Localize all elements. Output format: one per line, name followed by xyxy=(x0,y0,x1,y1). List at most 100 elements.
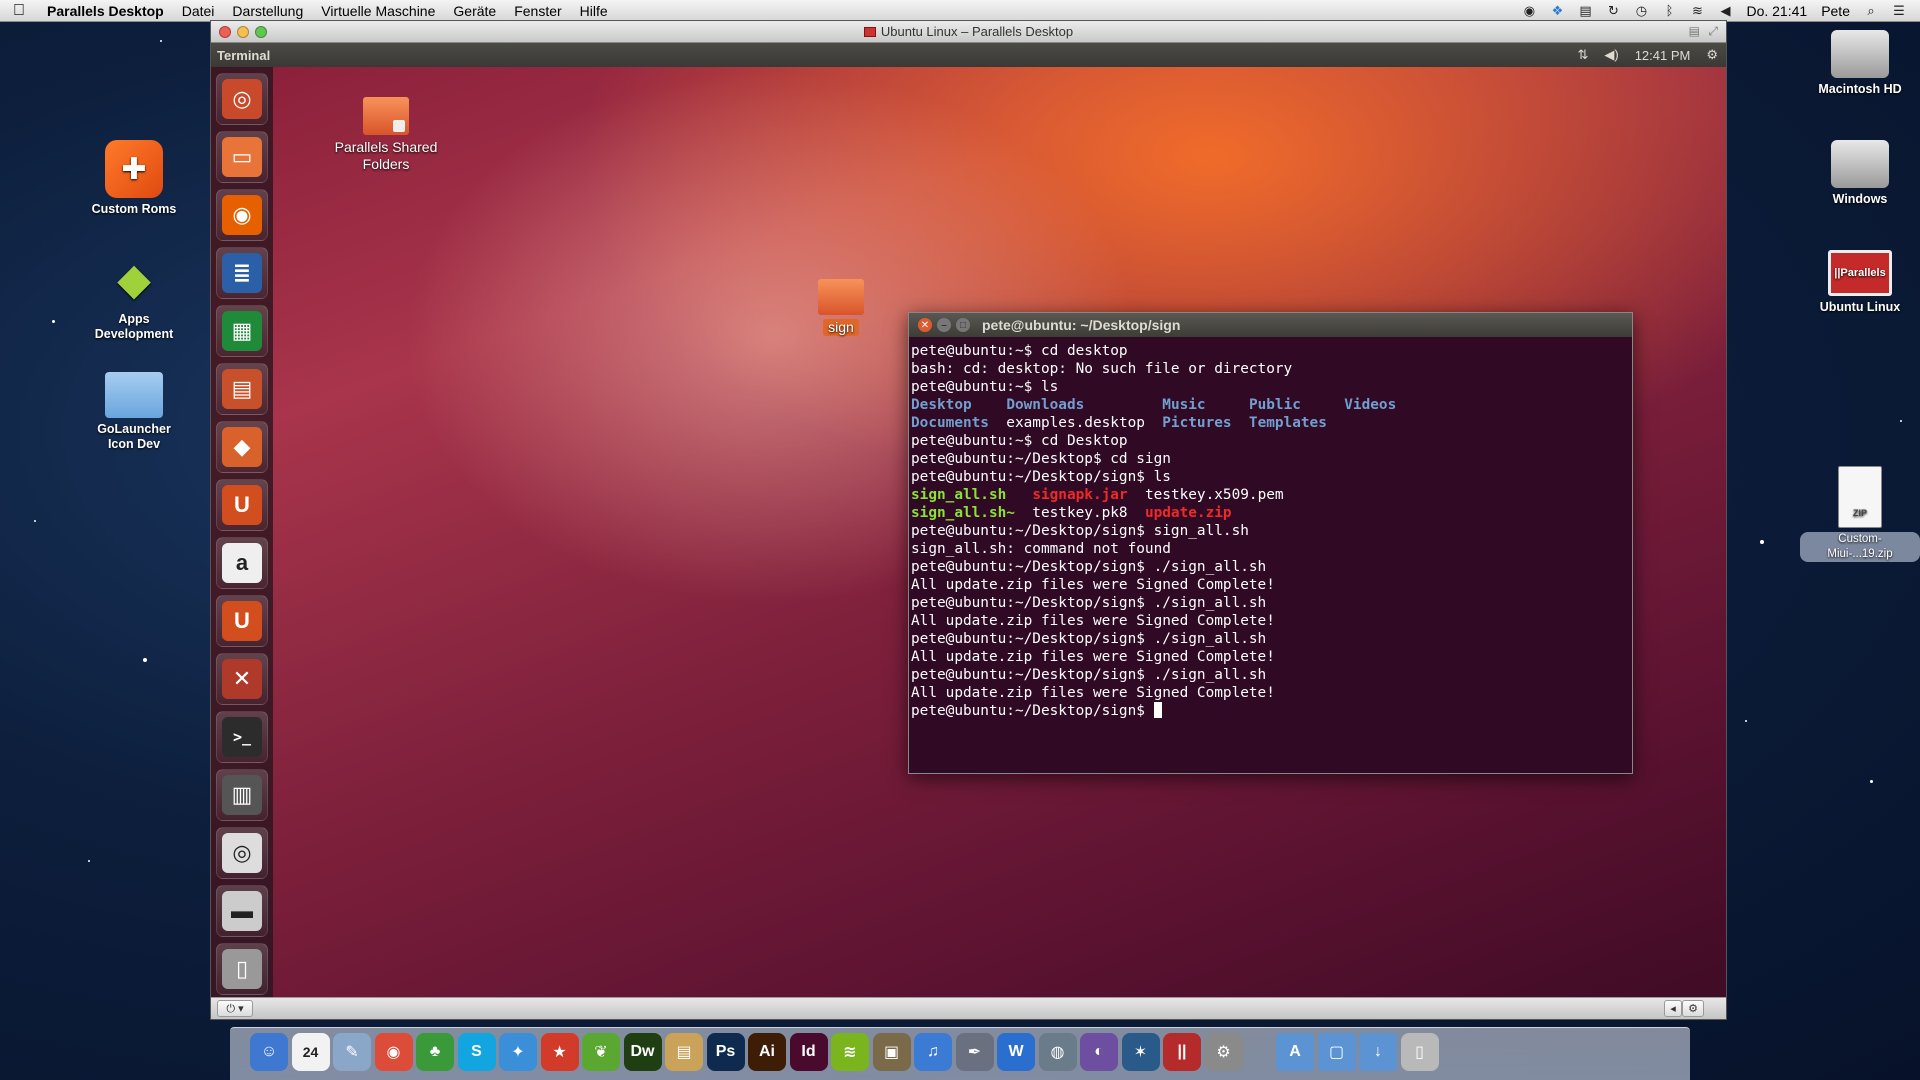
launcher-item[interactable]: ▬ xyxy=(216,885,268,937)
eclipse-icon[interactable]: ◐ xyxy=(1080,1033,1118,1071)
launcher-item[interactable]: ◆ xyxy=(216,421,268,473)
launcher-item[interactable]: ✕ xyxy=(216,653,268,705)
skype-icon[interactable]: S xyxy=(457,1033,496,1071)
launcher-item[interactable]: ◎ xyxy=(216,73,268,125)
indesign-icon[interactable]: Id xyxy=(789,1033,828,1071)
volume-icon[interactable]: ◀ xyxy=(1718,3,1732,18)
ubuntu-one-music-icon: U xyxy=(222,601,262,641)
terminal-close-button[interactable]: ✕ xyxy=(918,318,932,332)
finder-icon[interactable]: ☺ xyxy=(250,1033,288,1071)
ubuntu-desktop-icon-shared-folders[interactable]: Parallels Shared Folders xyxy=(311,97,461,173)
menubar-clock[interactable]: Do. 21:41 xyxy=(1746,3,1807,19)
wifi-icon[interactable]: ≋ xyxy=(1690,3,1704,18)
preview-icon[interactable]: ✎ xyxy=(333,1033,371,1071)
hard-drive-icon xyxy=(1831,140,1889,188)
menu-datei[interactable]: Datei xyxy=(173,3,224,19)
desktop-icon-label: Macintosh HD xyxy=(1818,82,1902,96)
menu-fenster[interactable]: Fenster xyxy=(505,3,570,19)
downloads-folder-icon[interactable]: ↓ xyxy=(1359,1033,1397,1071)
apple-menu-icon[interactable]:  xyxy=(0,2,38,20)
system-preferences-icon[interactable]: ⚙ xyxy=(1204,1033,1243,1071)
terminal-minimize-button[interactable]: – xyxy=(937,318,951,332)
dreamweaver-icon[interactable]: Dw xyxy=(623,1033,662,1071)
desktop-icon-windows[interactable]: Windows xyxy=(1800,140,1920,207)
ubuntu-desktop: ◎ ▭ ◉ ≣ ▦ ▤ ◆ Ua U ✕ >_ ▥ ◎ ▬ ▯ Parallels Shared Folde… xyxy=(211,67,1726,1011)
desktop-icon-label: GoLauncher Icon Dev xyxy=(97,422,171,451)
fullscreen-icon[interactable]: ⤢ xyxy=(1708,24,1718,39)
launcher-item[interactable]: ◎ xyxy=(216,827,268,879)
terminal-line: pete@ubuntu:~$ ls xyxy=(911,379,1059,395)
iphoto-icon[interactable]: ▣ xyxy=(872,1033,911,1071)
files-folder-icon: ▭ xyxy=(222,137,262,177)
menu-app-parallels[interactable]: Parallels Desktop xyxy=(38,3,173,19)
script-editor-icon[interactable]: ✒ xyxy=(955,1033,994,1071)
launcher-item[interactable]: U xyxy=(216,595,268,647)
menu-hilfe[interactable]: Hilfe xyxy=(571,3,617,19)
launcher-item[interactable]: ▦ xyxy=(216,305,268,357)
launcher-item[interactable]: ◉ xyxy=(216,189,268,241)
desktop-icon-apps-development[interactable]: ◆ Apps Development xyxy=(74,250,194,342)
devices-left-button[interactable]: ◂ xyxy=(1664,1000,1682,1017)
terminal-window[interactable]: ✕ – □ pete@ubuntu: ~/Desktop/sign pete@u… xyxy=(908,312,1633,774)
desktop-icon-macintosh-hd[interactable]: Macintosh HD xyxy=(1800,30,1920,97)
spotify-icon[interactable]: ≋ xyxy=(831,1033,869,1071)
word-icon[interactable]: W xyxy=(997,1033,1035,1071)
launcher-item[interactable]: ▥ xyxy=(216,769,268,821)
launcher-item[interactable]: a xyxy=(216,537,268,589)
sync-icon[interactable]: ↻ xyxy=(1606,3,1620,18)
desktop-icon-custom-roms[interactable]: ✚ Custom Roms xyxy=(74,140,194,217)
panel-clock[interactable]: 12:41 PM xyxy=(1635,48,1691,63)
twitter-icon[interactable]: ✦ xyxy=(499,1033,537,1071)
launcher-item[interactable]: ▤ xyxy=(216,363,268,415)
notification-center-icon[interactable]: ☰ xyxy=(1892,3,1906,18)
documents-folder-icon[interactable]: ▢ xyxy=(1317,1033,1356,1071)
illustrator-icon[interactable]: Ai xyxy=(748,1033,786,1071)
menubar-user[interactable]: Pete xyxy=(1821,3,1850,19)
session-gear-icon[interactable]: ⚙ xyxy=(1706,47,1718,63)
bluetooth-icon[interactable]: ᛒ xyxy=(1662,3,1676,18)
desktop-icon-ubuntu-linux[interactable]: ||Parallels Ubuntu Linux xyxy=(1800,250,1920,315)
desktop-icon-golauncher[interactable]: GoLauncher Icon Dev xyxy=(74,364,194,452)
ubuntu-desktop-icon-sign[interactable]: sign xyxy=(801,279,881,336)
time-machine-icon[interactable]: ◷ xyxy=(1634,3,1648,18)
menu-virtuelle-maschine[interactable]: Virtuelle Maschine xyxy=(312,3,444,19)
dropbox-icon[interactable]: ❖ xyxy=(1550,3,1564,18)
applications-folder-icon[interactable]: A xyxy=(1276,1033,1314,1071)
coda-icon[interactable]: ❦ xyxy=(582,1033,620,1071)
coherence-icon[interactable]: ▤ xyxy=(1689,24,1700,38)
netbeans-icon[interactable]: ✶ xyxy=(1121,1033,1160,1071)
chrome-icon[interactable]: ◉ xyxy=(374,1033,413,1071)
launcher-item[interactable]: ≣ xyxy=(216,247,268,299)
adium-icon[interactable]: ♣ xyxy=(416,1033,454,1071)
trash-icon[interactable]: ▯ xyxy=(1400,1033,1439,1071)
launcher-item[interactable]: U xyxy=(216,479,268,531)
terminal-output[interactable]: pete@ubuntu:~$ cd desktop bash: cd: deskt… xyxy=(909,337,1632,725)
network-icon[interactable]: ⇅ xyxy=(1577,47,1588,63)
spotlight-search-icon[interactable]: ⌕ xyxy=(1864,3,1878,18)
calendar-icon[interactable]: 24 xyxy=(291,1033,330,1071)
desktop-icon-custom-miui-zip[interactable]: ZIP Custom- Miui-...19.zip xyxy=(1800,466,1920,562)
desktop-icon-label: Parallels Shared Folders xyxy=(334,139,438,172)
terminal-prompt-line[interactable]: pete@ubuntu:~/Desktop/sign$ xyxy=(911,702,1630,720)
fantastical-icon[interactable]: ★ xyxy=(540,1033,579,1071)
libreoffice-impress-icon: ▤ xyxy=(222,369,262,409)
monitor-status-icon[interactable]: ◉ xyxy=(1522,3,1536,18)
network-utility-icon[interactable]: ◍ xyxy=(1038,1033,1077,1071)
menu-darstellung[interactable]: Darstellung xyxy=(223,3,312,19)
itunes-icon[interactable]: ♫ xyxy=(914,1033,952,1071)
menu-extra-icon[interactable]: ▤ xyxy=(1578,3,1592,18)
mac-dock: ☺ 24 ✎ ◉ ♣ S ✦ ★ ❦ Dw ▤ Ps Ai Id ≋ ▣ ♫ ✒ W ◍ ◐ ✶ || ⚙ A ▢ ↓ ▯ xyxy=(230,1027,1690,1080)
terminal-maximize-button[interactable]: □ xyxy=(956,318,970,332)
launcher-item[interactable]: ▯ xyxy=(216,943,268,995)
desktop-icon-label: Ubuntu Linux xyxy=(1819,300,1901,314)
photoshop-icon[interactable]: Ps xyxy=(706,1033,745,1071)
launcher-item[interactable]: >_ xyxy=(216,711,268,763)
terminal-line: pete@ubuntu:~/Desktop/sign$ ./sign_all.s… xyxy=(911,667,1267,683)
transmit-icon[interactable]: ▤ xyxy=(665,1033,703,1071)
sound-icon[interactable]: ◀) xyxy=(1604,47,1618,63)
power-menu-button[interactable]: ⏻ ▾ xyxy=(217,1000,253,1017)
parallels-icon[interactable]: || xyxy=(1163,1033,1201,1071)
vm-settings-button[interactable]: ⚙ xyxy=(1682,1000,1704,1017)
launcher-item[interactable]: ▭ xyxy=(216,131,268,183)
menu-geraete[interactable]: Geräte xyxy=(444,3,505,19)
